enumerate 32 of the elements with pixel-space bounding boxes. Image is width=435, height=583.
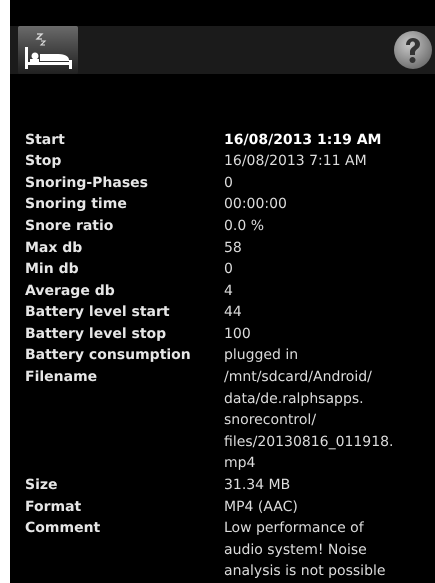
detail-value: 0.0 % <box>224 216 264 236</box>
detail-label: Stop <box>25 152 62 172</box>
detail-value: 58 <box>224 238 242 258</box>
detail-label: Average db <box>25 282 116 301</box>
detail-value: 4 <box>224 282 233 301</box>
detail-label: Format <box>25 498 82 517</box>
sleep-icon[interactable] <box>18 26 78 74</box>
detail-label: Size <box>25 476 59 496</box>
detail-value: Low performance of audio system! Noise analysis is not possible <box>224 519 386 582</box>
detail-label: Battery level stop <box>25 324 168 344</box>
detail-label: Max db <box>25 238 84 258</box>
detail-value: plugged in <box>224 346 298 366</box>
detail-value: MP4 (AAC) <box>224 498 298 517</box>
detail-value: 31.34 MB <box>224 476 290 496</box>
detail-label: Snore ratio <box>25 216 114 236</box>
help-icon[interactable] <box>393 30 433 70</box>
detail-label: Battery consumption <box>25 346 192 366</box>
detail-value: 0 <box>224 260 233 280</box>
detail-value: 16/08/2013 7:11 AM <box>224 152 367 172</box>
detail-label: Filename <box>25 368 98 388</box>
detail-value: 44 <box>224 303 242 322</box>
detail-value: /mnt/sdcard/Android/ data/de.ralphsapps. snorecontrol/ files/20130816_011918. mp4 <box>224 368 394 474</box>
detail-label: Snoring-Phases <box>25 174 150 193</box>
detail-label: Battery level start <box>25 303 171 322</box>
detail-value: 16/08/2013 1:19 AM <box>224 130 382 150</box>
detail-label: Start <box>25 130 66 150</box>
detail-value: 100 <box>224 324 251 344</box>
detail-label: Snoring time <box>25 195 128 214</box>
detail-label: Min db <box>25 260 80 280</box>
detail-label: Comment <box>25 519 102 538</box>
detail-value: 00:00:00 <box>224 195 287 214</box>
detail-value: 0 <box>224 174 233 193</box>
